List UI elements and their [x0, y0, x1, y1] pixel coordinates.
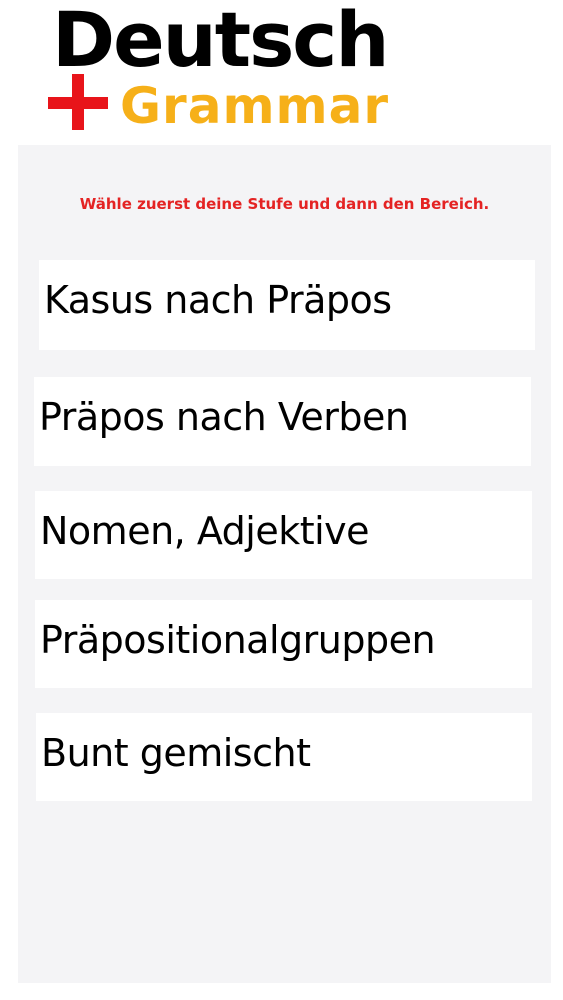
- main-panel: Wähle zuerst deine Stufe und dann den Be…: [18, 145, 551, 983]
- menu-item-label: Präpos nach Verben: [39, 395, 409, 439]
- menu-item-label: Bunt gemischt: [41, 731, 311, 775]
- menu-item-kasus-nach-praepos[interactable]: Kasus nach Präpos: [39, 260, 535, 350]
- instruction-text: Wähle zuerst deine Stufe und dann den Be…: [79, 195, 490, 213]
- menu-item-label: Präpositionalgruppen: [40, 618, 436, 662]
- plus-icon: [48, 74, 108, 134]
- menu-item-label: Nomen, Adjektive: [40, 509, 370, 553]
- menu-item-praepositionalgruppen[interactable]: Präpositionalgruppen: [35, 600, 532, 688]
- menu-item-praepos-nach-verben[interactable]: Präpos nach Verben: [34, 377, 531, 466]
- menu-item-bunt-gemischt[interactable]: Bunt gemischt: [36, 713, 532, 801]
- logo-word-grammar: Grammar: [120, 77, 390, 135]
- menu-item-label: Kasus nach Präpos: [44, 278, 392, 322]
- menu-item-nomen-adjektive[interactable]: Nomen, Adjektive: [35, 491, 532, 579]
- app-logo: Deutsch Grammar: [48, 0, 468, 138]
- logo-word-deutsch: Deutsch: [52, 0, 389, 84]
